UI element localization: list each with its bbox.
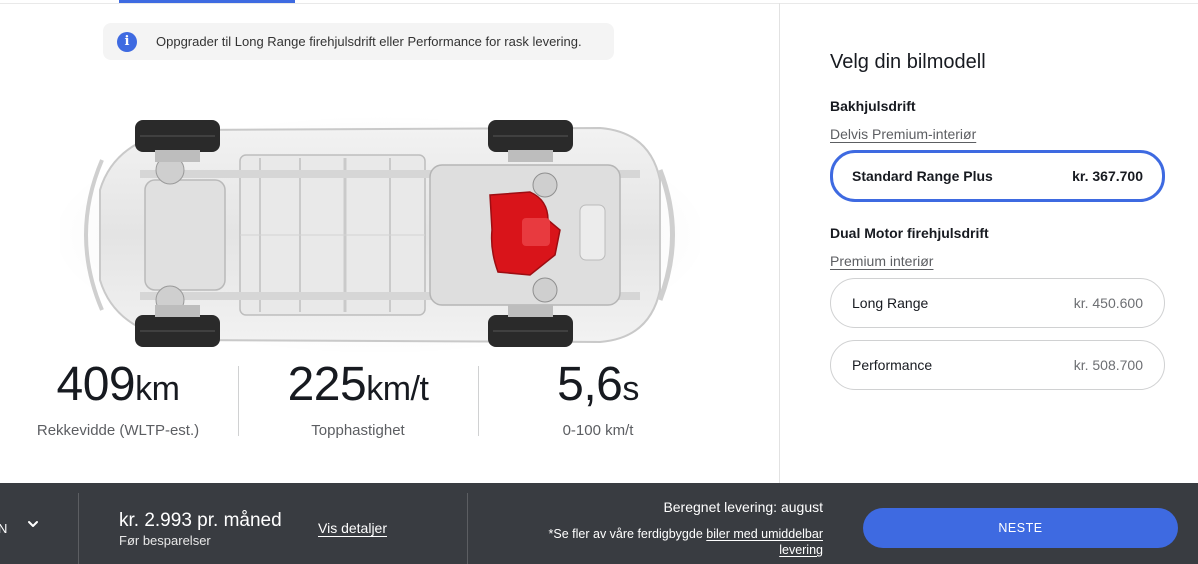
option-price: kr. 367.700 [1072,168,1143,184]
monthly-price: kr. 2.993 pr. måned [119,510,282,531]
panel-title: Velg din bilmodell [830,51,986,73]
spec-value: 5,6 [557,358,623,411]
spec-label: Topphastighet [311,422,405,439]
footer-divider [78,493,79,564]
inventory-note-text: *Se fler av våre ferdigbygde [548,527,707,541]
spec-unit: s [622,370,639,408]
payment-type-label: N [0,521,8,536]
car-chassis-illustration [50,115,710,355]
payment-type-dropdown[interactable]: N [0,483,78,564]
spec-value: 225 [287,358,367,411]
estimated-delivery: Beregnet levering: august [663,499,823,515]
option-standard-range-plus[interactable]: Standard Range Plus kr. 367.700 [830,150,1165,202]
spec-range: 409km Rekkevidde (WLTP-est.) [28,358,208,440]
group-title-awd: Dual Motor firehjulsdrift [830,225,989,241]
info-banner-text: Oppgrader til Long Range firehjulsdrift … [156,34,582,49]
footer-divider [467,493,468,564]
spec-divider [238,366,239,436]
inventory-note: *Se fler av våre ferdigbygde biler med u… [543,526,823,558]
spec-top-speed: 225km/t Topphastighet [258,358,458,440]
group-title-rwd: Bakhjulsdrift [830,98,916,114]
option-long-range[interactable]: Long Range kr. 450.600 [830,278,1165,328]
option-name: Standard Range Plus [852,168,993,184]
spec-row: 409km Rekkevidde (WLTP-est.) 225km/t Top… [0,360,720,440]
inventory-link[interactable]: biler med umiddelbar levering [706,527,823,557]
option-name: Performance [852,357,933,373]
chevron-down-icon [28,521,38,527]
group-subtitle-awd[interactable]: Premium interiør [830,253,933,269]
spec-divider [478,366,479,436]
group-subtitle-rwd[interactable]: Delvis Premium-interiør [830,126,976,142]
car-chassis-image [50,100,710,365]
vehicle-preview-area: i Oppgrader til Long Range firehjulsdrif… [0,0,779,483]
monthly-price-note: Før besparelser [119,533,211,548]
option-name: Long Range [852,295,929,311]
spec-value: 409 [56,358,136,411]
option-price: kr. 450.600 [1073,295,1143,311]
info-icon: i [117,31,137,52]
spec-label: Rekkevidde (WLTP-est.) [36,422,200,439]
view-details-link[interactable]: Vis detaljer [318,520,387,536]
next-button[interactable]: NESTE [863,508,1178,548]
spec-label: 0-100 km/t [562,422,634,439]
spec-unit: km/t [366,370,429,408]
option-performance[interactable]: Performance kr. 508.700 [830,340,1165,390]
spec-acceleration: 5,6s 0-100 km/t [518,358,678,440]
info-banner: i Oppgrader til Long Range firehjulsdrif… [103,23,614,60]
spec-unit: km [135,370,180,408]
option-price: kr. 508.700 [1073,357,1143,373]
footer-bar: N kr. 2.993 pr. måned Før besparelser Vi… [0,483,1198,564]
model-selection-panel: Velg din bilmodell Bakhjulsdrift Delvis … [780,0,1198,483]
